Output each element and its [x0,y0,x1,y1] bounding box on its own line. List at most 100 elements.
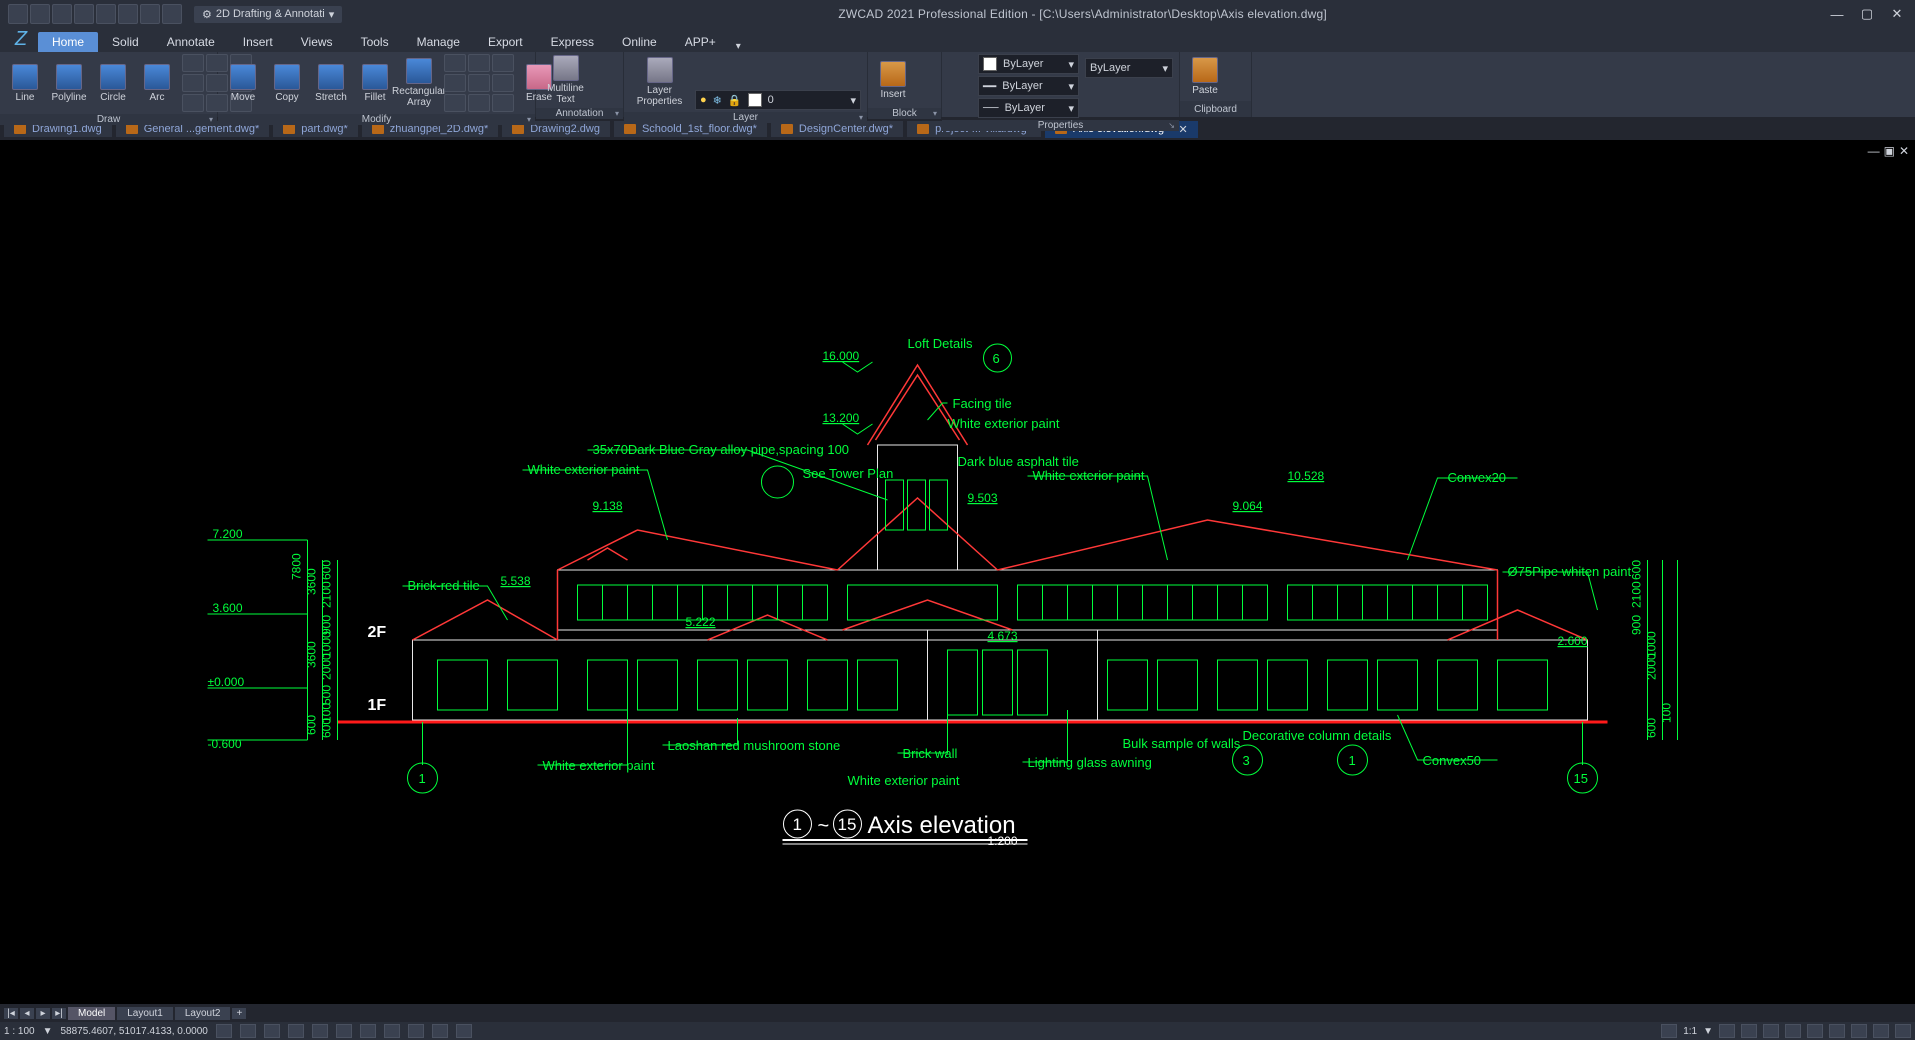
snap-grid-icon[interactable] [216,1024,232,1038]
arc-button[interactable]: Arc [138,64,176,103]
annot-tool-icon[interactable] [595,72,617,88]
modify-tool-icon[interactable] [444,54,466,72]
new-tab-icon[interactable] [1206,121,1224,137]
layer-tool-icon[interactable] [791,54,813,70]
lwt-icon[interactable] [360,1024,376,1038]
tab-tools[interactable]: Tools [347,32,403,52]
drawing-canvas[interactable]: — ▣ ✕ [0,140,1915,1004]
match-prop-icon[interactable] [948,60,972,76]
layer-tool-icon[interactable] [791,72,813,88]
annoscale-icon[interactable] [1661,1024,1677,1038]
qat-save-icon[interactable] [52,4,72,24]
draw-tool-icon[interactable] [182,94,204,112]
qat-more-icon[interactable] [162,4,182,24]
model-icon[interactable] [408,1024,424,1038]
qat-saveas-icon[interactable] [74,4,94,24]
linetype-selector[interactable]: ──ByLayer▾ [978,98,1079,118]
qat-open-icon[interactable] [30,4,50,24]
prop-tool-icon[interactable] [948,96,972,112]
doc-tab[interactable]: Schoold_1st_floor.dwg* [614,121,767,137]
ortho-icon[interactable] [264,1024,280,1038]
modify-tool-icon[interactable] [444,74,466,92]
layout-add-icon[interactable]: + [232,1008,246,1019]
qat-redo-icon[interactable] [140,4,160,24]
layout-nav-next[interactable]: ▸ [36,1008,50,1019]
close-button[interactable]: ✕ [1883,4,1911,24]
qp-icon[interactable] [456,1024,472,1038]
cut-icon[interactable] [1230,60,1250,76]
layer-tool-icon[interactable] [815,72,837,88]
modify-tool-icon[interactable] [468,54,490,72]
tab-express[interactable]: Express [537,32,608,52]
paste-button[interactable]: Paste [1186,57,1224,96]
tab-export[interactable]: Export [474,32,537,52]
layer-tool-icon[interactable] [767,72,789,88]
modify-tool-icon[interactable] [444,94,466,112]
qat-print-icon[interactable] [96,4,116,24]
layout-nav-last[interactable]: ▸| [52,1008,66,1019]
cycle-icon[interactable] [432,1024,448,1038]
dialog-launcher-icon[interactable]: ↘ [1168,121,1175,130]
status-tool-icon[interactable] [1763,1024,1779,1038]
minimize-button[interactable]: — [1823,4,1851,24]
block-tool-icon[interactable] [918,54,938,70]
status-tool-icon[interactable] [1807,1024,1823,1038]
layer-tool-icon[interactable] [695,72,717,88]
clean-screen-icon[interactable] [1895,1024,1911,1038]
mtext-button[interactable]: Multiline Text [542,55,589,105]
workspace-selector[interactable]: ⚙ 2D Drafting & Annotati ▾ [194,6,342,23]
annot-tool-icon[interactable] [595,54,617,70]
status-tool-icon[interactable] [1829,1024,1845,1038]
block-tool-icon[interactable] [918,90,938,106]
tab-home[interactable]: Home [38,32,98,52]
layer-tool-icon[interactable] [743,72,765,88]
insert-button[interactable]: Insert [874,61,912,100]
copy-clip-icon[interactable] [1230,78,1250,94]
annot-tool-icon[interactable] [595,90,617,106]
block-tool-icon[interactable] [918,72,938,88]
tab-manage[interactable]: Manage [403,32,474,52]
doc-tab[interactable]: DesignCenter.dwg* [771,121,903,137]
polar-icon[interactable] [288,1024,304,1038]
osnap-icon[interactable] [312,1024,328,1038]
layer-tool-icon[interactable] [719,54,741,70]
status-tool-icon[interactable] [1873,1024,1889,1038]
qat-new-icon[interactable] [8,4,28,24]
move-button[interactable]: Move [224,64,262,103]
otrack-icon[interactable] [336,1024,352,1038]
line-button[interactable]: Line [6,64,44,103]
circle-button[interactable]: Circle [94,64,132,103]
modify-tool-icon[interactable] [468,94,490,112]
snap-icon[interactable] [240,1024,256,1038]
status-tool-icon[interactable] [1785,1024,1801,1038]
modify-tool-icon[interactable] [492,54,514,72]
app-logo[interactable]: Z [4,26,38,52]
layout-tab[interactable]: Layout1 [117,1007,173,1020]
status-annoscale[interactable]: 1:1 [1683,1026,1697,1037]
prop-tool-icon[interactable] [1085,98,1107,114]
plotstyle-selector[interactable]: ByLayer▾ [1085,58,1173,78]
array-button[interactable]: Rectangular Array [400,58,438,108]
tab-annotate[interactable]: Annotate [153,32,229,52]
color-selector[interactable]: ByLayer▾ [978,54,1079,74]
maximize-button[interactable]: ▢ [1853,4,1881,24]
layer-tool-icon[interactable] [695,54,717,70]
layer-tool-icon[interactable] [743,54,765,70]
close-tab-icon[interactable]: ✕ [1178,123,1187,136]
qat-undo-icon[interactable] [118,4,138,24]
status-tool-icon[interactable] [1719,1024,1735,1038]
draw-tool-icon[interactable] [182,54,204,72]
layout-tab-model[interactable]: Model [68,1007,115,1020]
layer-tool-icon[interactable] [839,54,861,70]
modify-tool-icon[interactable] [492,74,514,92]
layer-tool-icon[interactable] [839,72,861,88]
status-tool-icon[interactable] [1851,1024,1867,1038]
stretch-button[interactable]: Stretch [312,64,350,103]
ribbon-more-icon[interactable]: ▾ [736,41,741,52]
status-tool-icon[interactable] [1741,1024,1757,1038]
layout-tab[interactable]: Layout2 [175,1007,231,1020]
tab-insert[interactable]: Insert [229,32,287,52]
layer-tool-icon[interactable] [719,72,741,88]
modify-tool-icon[interactable] [492,94,514,112]
modify-tool-icon[interactable] [468,74,490,92]
